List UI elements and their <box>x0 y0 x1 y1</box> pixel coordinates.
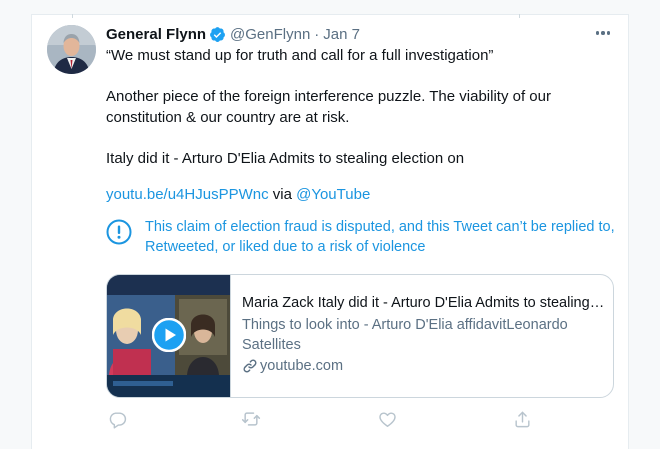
tweet[interactable]: General Flynn @GenFlynn · Jan 7 “We must… <box>31 14 629 449</box>
divider <box>519 14 520 18</box>
tweet-text-line: “We must stand up for truth and call for… <box>106 47 494 64</box>
tweet-text-line: constitution & our country are at risk. <box>106 109 350 126</box>
author-name[interactable]: General Flynn <box>106 26 206 43</box>
tweet-date[interactable]: Jan 7 <box>323 26 360 43</box>
more-options-icon[interactable] <box>592 26 614 40</box>
tweet-header: General Flynn @GenFlynn · Jan 7 <box>106 24 360 44</box>
separator: · <box>314 25 320 43</box>
card-description: Things to look into - Arturo D'Elia affi… <box>242 317 568 353</box>
via-text: via <box>268 186 297 203</box>
divider <box>72 14 73 18</box>
divider <box>32 14 628 15</box>
author-handle[interactable]: @GenFlynn <box>230 26 310 43</box>
verified-badge-icon <box>209 26 226 43</box>
notice-text[interactable]: This claim of election fraud is disputed… <box>145 217 618 257</box>
like-icon[interactable] <box>376 408 398 430</box>
tweet-text-line: Italy did it - Arturo D'Elia Admits to s… <box>106 150 465 167</box>
card-title[interactable]: Maria Zack Italy did it - Arturo D'Elia … <box>242 293 605 314</box>
tweet-text-line: Another piece of the foreign interferenc… <box>106 88 551 105</box>
share-icon[interactable] <box>511 408 533 430</box>
reply-icon[interactable] <box>106 408 128 430</box>
card-domain: youtube.com <box>242 356 605 376</box>
link-preview-card[interactable]: Maria Zack Italy did it - Arturo D'Elia … <box>106 274 614 398</box>
card-thumbnail[interactable] <box>107 275 231 397</box>
tweet-links: youtu.be/u4HJusPPWnc via @YouTube <box>106 184 370 205</box>
card-domain-text: youtube.com <box>260 358 344 374</box>
disputed-claim-notice[interactable]: This claim of election fraud is disputed… <box>106 217 618 257</box>
youtube-mention-link[interactable]: @YouTube <box>296 186 370 203</box>
youtube-link[interactable]: youtu.be/u4HJusPPWnc <box>106 186 269 203</box>
action-bar <box>106 408 546 430</box>
info-icon <box>106 219 132 245</box>
play-icon[interactable] <box>152 318 186 352</box>
link-icon <box>243 359 257 373</box>
avatar[interactable] <box>47 25 96 74</box>
retweet-icon[interactable] <box>240 408 262 430</box>
card-body[interactable]: Maria Zack Italy did it - Arturo D'Elia … <box>231 275 613 397</box>
